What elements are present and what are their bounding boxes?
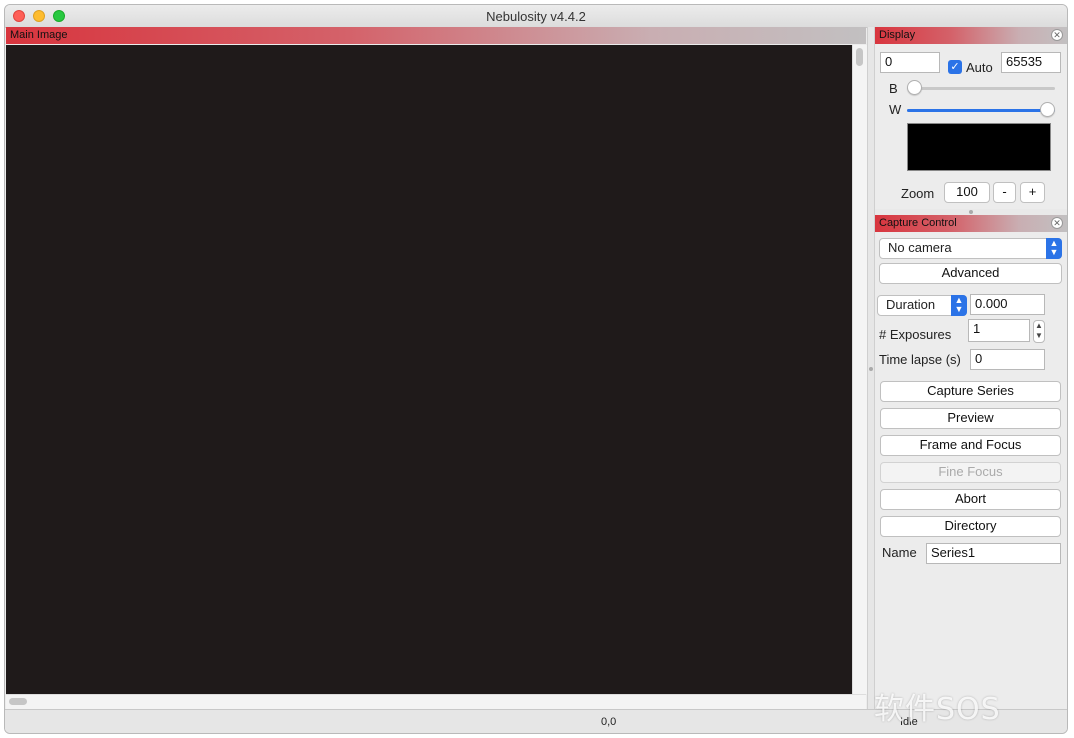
main-image-header: Main Image	[6, 27, 866, 44]
histogram-preview	[907, 123, 1051, 171]
main-image-canvas[interactable]	[6, 45, 852, 694]
display-panel-title: Display	[879, 29, 916, 41]
watermark-logo: 软件SOS	[874, 692, 1001, 727]
display-panel-header: Display ✕	[875, 27, 1067, 44]
cursor-coordinates: 0,0	[601, 716, 617, 728]
window-title: Nebulosity v4.4.2	[486, 9, 586, 24]
panel-splitter[interactable]	[867, 27, 875, 709]
capture-series-button[interactable]: Capture Series	[880, 381, 1061, 402]
zoom-in-button[interactable]: +	[1020, 182, 1045, 203]
app-window: Nebulosity v4.4.2 Main Image Display ✕ 0…	[4, 4, 1068, 734]
main-image-title: Main Image	[10, 29, 68, 41]
duration-select-value: Duration	[886, 297, 936, 312]
directory-button[interactable]: Directory	[880, 516, 1061, 537]
name-label: Name	[882, 545, 917, 560]
w-slider-fill	[907, 109, 1055, 112]
duration-select[interactable]: Duration ▲ ▼	[877, 295, 967, 316]
zoom-value-field[interactable]: 100	[944, 182, 990, 203]
b-slider-label: B	[889, 81, 898, 96]
zoom-label: Zoom	[901, 186, 935, 201]
exposures-label: # Exposures	[879, 327, 952, 342]
zoom-out-button[interactable]: -	[993, 182, 1016, 203]
capture-panel-title: Capture Control	[879, 217, 957, 229]
b-slider-thumb[interactable]	[907, 80, 922, 95]
capture-panel-close-icon[interactable]: ✕	[1051, 217, 1063, 229]
timelapse-input[interactable]: 0	[970, 349, 1045, 370]
b-slider-track[interactable]	[907, 87, 1055, 90]
camera-select-value: No camera	[888, 240, 952, 255]
frame-and-focus-button[interactable]: Frame and Focus	[880, 435, 1061, 456]
w-slider-label: W	[889, 102, 902, 117]
separator-grip-icon	[969, 210, 973, 214]
vertical-scroll-thumb[interactable]	[856, 48, 863, 66]
title-bar: Nebulosity v4.4.2	[5, 5, 1067, 28]
preview-button[interactable]: Preview	[880, 408, 1061, 429]
horizontal-scroll-thumb[interactable]	[9, 698, 27, 705]
vertical-scrollbar[interactable]	[852, 45, 867, 694]
display-min-input[interactable]: 0	[880, 52, 940, 73]
timelapse-label: Time lapse (s)	[879, 352, 961, 367]
exposures-input[interactable]: 1	[968, 319, 1030, 342]
display-panel-close-icon[interactable]: ✕	[1051, 29, 1063, 41]
auto-label: Auto	[966, 60, 993, 75]
fine-focus-button[interactable]: Fine Focus	[880, 462, 1061, 483]
advanced-button[interactable]: Advanced	[879, 263, 1062, 284]
chevron-updown-icon: ▲ ▼	[1046, 238, 1062, 259]
capture-panel-header: Capture Control ✕	[875, 215, 1067, 232]
w-slider-track[interactable]	[907, 109, 1055, 112]
auto-checkbox[interactable]: ✓	[948, 60, 962, 74]
horizontal-scrollbar[interactable]	[6, 694, 866, 709]
w-slider-thumb[interactable]	[1040, 102, 1055, 117]
chevron-updown-icon: ▲ ▼	[951, 295, 967, 316]
camera-select[interactable]: No camera ▲ ▼	[879, 238, 1062, 259]
abort-button[interactable]: Abort	[880, 489, 1061, 510]
splitter-grip-icon	[869, 367, 873, 371]
exposures-stepper[interactable]: ▲ ▼	[1033, 320, 1045, 343]
display-max-input[interactable]: 65535	[1001, 52, 1061, 73]
duration-input[interactable]: 0.000	[970, 294, 1045, 315]
series-name-input[interactable]: Series1	[926, 543, 1061, 564]
